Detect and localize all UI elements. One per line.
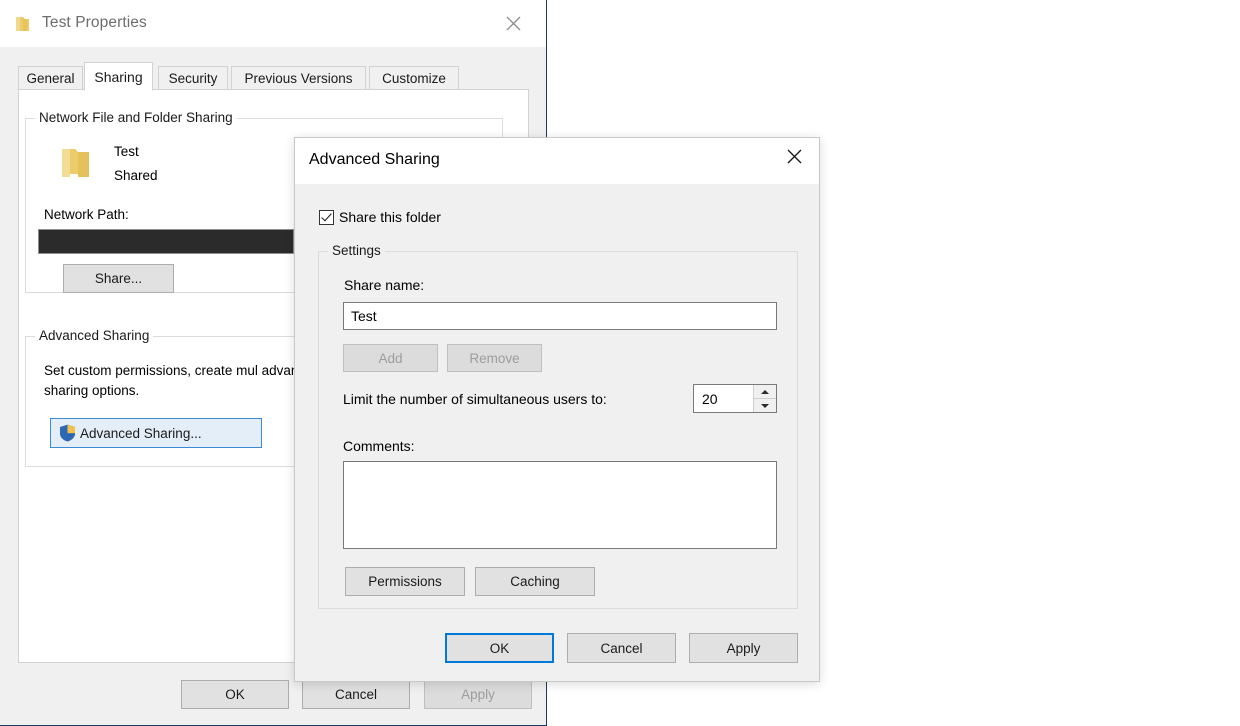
dialog-title: Advanced Sharing	[309, 151, 440, 169]
advanced-sharing-dialog: Advanced Sharing Share this folder Setti…	[294, 137, 820, 682]
folder-icon	[14, 15, 31, 33]
group-legend-advanced-sharing: Advanced Sharing	[35, 328, 153, 343]
stepper-buttons	[753, 385, 776, 412]
share-name-value: Test	[351, 308, 377, 324]
shared-folder-state: Shared	[114, 168, 158, 183]
apply-button[interactable]: Apply	[689, 633, 798, 663]
apply-button: Apply	[424, 680, 532, 709]
chevron-up-icon[interactable]	[754, 385, 776, 398]
uac-shield-icon	[59, 424, 76, 442]
page-title: Test Properties	[42, 14, 147, 32]
cancel-button[interactable]: Cancel	[302, 680, 410, 709]
folder-icon	[56, 143, 96, 183]
limit-users-stepper[interactable]: 20	[693, 384, 777, 413]
group-legend-settings: Settings	[328, 243, 385, 258]
tab-customize[interactable]: Customize	[369, 66, 459, 90]
share-name-input[interactable]: Test	[343, 302, 777, 330]
permissions-button[interactable]: Permissions	[345, 567, 465, 596]
ok-button[interactable]: OK	[181, 680, 289, 709]
network-path-value-redacted	[38, 229, 294, 254]
share-this-folder-checkbox-row[interactable]: Share this folder	[319, 209, 441, 225]
properties-titlebar: Test Properties	[0, 0, 546, 47]
caching-button[interactable]: Caching	[475, 567, 595, 596]
chevron-down-icon[interactable]	[754, 398, 776, 412]
tab-previous-versions[interactable]: Previous Versions	[231, 66, 366, 90]
tab-security[interactable]: Security	[158, 66, 228, 90]
comments-label: Comments:	[343, 438, 415, 454]
tab-general[interactable]: General	[18, 66, 83, 90]
settings-group: Settings Share name: Test Add Remove Lim…	[318, 251, 798, 609]
shared-folder-name: Test	[114, 144, 139, 159]
close-icon[interactable]	[771, 140, 817, 172]
tab-sharing[interactable]: Sharing	[84, 62, 153, 91]
add-button: Add	[343, 344, 438, 372]
share-this-folder-label: Share this folder	[339, 209, 441, 225]
advanced-sharing-titlebar: Advanced Sharing	[295, 138, 819, 184]
comments-input[interactable]	[343, 461, 777, 549]
share-button[interactable]: Share...	[63, 264, 174, 293]
cancel-button[interactable]: Cancel	[567, 633, 676, 663]
ok-button[interactable]: OK	[445, 633, 554, 663]
remove-button: Remove	[447, 344, 542, 372]
share-name-label: Share name:	[344, 277, 424, 293]
limit-users-value[interactable]: 20	[694, 385, 753, 412]
share-this-folder-checkbox[interactable]	[319, 210, 334, 225]
group-legend-network-sharing: Network File and Folder Sharing	[35, 110, 237, 125]
advanced-sharing-button-label: Advanced Sharing...	[80, 426, 202, 441]
advanced-sharing-button[interactable]: Advanced Sharing...	[50, 418, 262, 448]
network-path-label: Network Path:	[44, 207, 129, 222]
close-icon[interactable]	[491, 8, 536, 39]
limit-users-label: Limit the number of simultaneous users t…	[343, 391, 607, 407]
